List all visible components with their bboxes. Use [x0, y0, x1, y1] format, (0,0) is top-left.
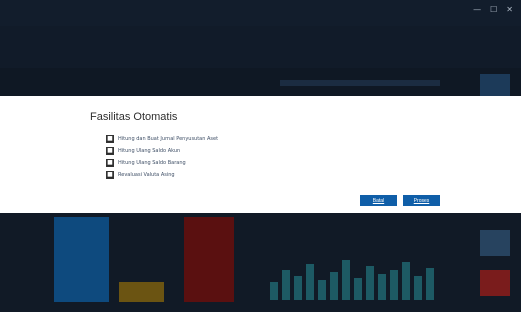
- option-recalc-account-balance[interactable]: ■ Hitung Ulang Saldo Akun: [106, 147, 180, 155]
- checkbox-checked-icon[interactable]: ■: [106, 171, 114, 179]
- auto-facility-dialog: Fasilitas Otomatis ■ Hitung dan Buat Jur…: [0, 96, 521, 213]
- background-column: [330, 272, 338, 300]
- cancel-button[interactable]: Batal: [360, 195, 397, 206]
- option-label: Hitung dan Buat Jurnal Penyusutan Aset: [118, 136, 219, 142]
- background-column: [402, 262, 410, 300]
- background-column: [342, 260, 350, 300]
- background-column: [414, 276, 422, 300]
- option-label: Revaluasi Valuta Asing: [118, 172, 175, 178]
- background-column: [306, 264, 314, 300]
- minimize-icon[interactable]: —: [473, 5, 481, 14]
- dashboard-tiles: [480, 220, 510, 305]
- chart-bar: [54, 217, 109, 302]
- background-column: [354, 278, 362, 300]
- background-column: [426, 268, 434, 300]
- background-column: [294, 276, 302, 300]
- window-controls: — ☐ ✕: [473, 5, 513, 14]
- dashboard-tile[interactable]: [480, 230, 510, 256]
- toolbar-strip: [280, 80, 440, 86]
- dialog-title: Fasilitas Otomatis: [90, 111, 178, 123]
- checkbox-checked-icon[interactable]: ■: [106, 159, 114, 167]
- close-icon[interactable]: ✕: [506, 5, 513, 14]
- process-button[interactable]: Proses: [403, 195, 440, 206]
- option-recalc-item-balance[interactable]: ■ Hitung Ulang Saldo Barang: [106, 159, 186, 167]
- app-header: [0, 26, 521, 68]
- title-bar: — ☐ ✕: [0, 0, 521, 27]
- background-column: [318, 280, 326, 300]
- dashboard-chart-right: [270, 240, 440, 300]
- checkbox-checked-icon[interactable]: ■: [106, 135, 114, 143]
- chart-bar: [119, 282, 164, 302]
- action-tile[interactable]: [480, 74, 510, 96]
- background-column: [390, 270, 398, 300]
- checkbox-checked-icon[interactable]: ■: [106, 147, 114, 155]
- dashboard-chart-left: [24, 217, 254, 302]
- background-column: [282, 270, 290, 300]
- background-column: [366, 266, 374, 300]
- option-label: Hitung Ulang Saldo Barang: [118, 160, 186, 166]
- chart-bar: [184, 217, 234, 302]
- background-column: [270, 282, 278, 300]
- background-column: [378, 274, 386, 300]
- dashboard-tile[interactable]: [480, 270, 510, 296]
- maximize-icon[interactable]: ☐: [490, 5, 497, 14]
- option-label: Hitung Ulang Saldo Akun: [118, 148, 181, 154]
- option-depreciation[interactable]: ■ Hitung dan Buat Jurnal Penyusutan Aset: [106, 135, 218, 143]
- option-currency-revaluation[interactable]: ■ Revaluasi Valuta Asing: [106, 171, 175, 179]
- sub-navigation: [0, 68, 521, 96]
